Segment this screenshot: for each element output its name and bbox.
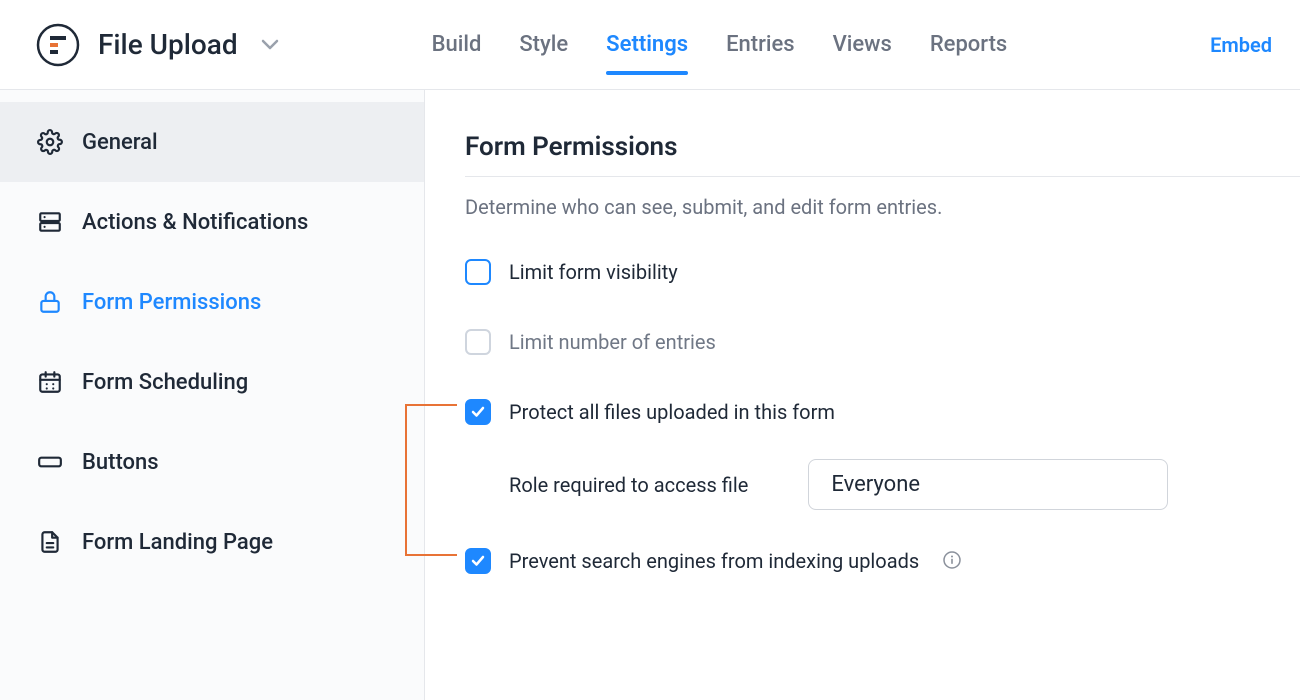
button-icon xyxy=(36,448,64,476)
sidebar-item-scheduling[interactable]: Form Scheduling xyxy=(0,342,424,422)
option-label: Limit number of entries xyxy=(509,330,716,354)
option-label: Protect all files uploaded in this form xyxy=(509,400,835,424)
form-switcher-chevron-icon[interactable] xyxy=(256,31,284,59)
option-protect-files: Protect all files uploaded in this form xyxy=(465,399,1300,425)
option-label: Prevent search engines from indexing upl… xyxy=(509,549,919,573)
sidebar-item-general[interactable]: General xyxy=(0,102,424,182)
role-subrow: Role required to access file Everyone xyxy=(509,459,1300,510)
tab-settings[interactable]: Settings xyxy=(606,26,688,63)
tab-reports[interactable]: Reports xyxy=(930,26,1007,63)
header-tabs: Build Style Settings Entries Views Repor… xyxy=(432,0,1008,89)
checkbox-prevent-indexing[interactable] xyxy=(465,548,491,574)
checkbox-limit-visibility[interactable] xyxy=(465,259,491,285)
tab-entries[interactable]: Entries xyxy=(726,26,795,63)
settings-sidebar: General Actions & Notifications Form Per… xyxy=(0,90,425,700)
tab-views[interactable]: Views xyxy=(833,26,892,63)
main-panel: Form Permissions Determine who can see, … xyxy=(425,90,1300,700)
checkbox-protect-files[interactable] xyxy=(465,399,491,425)
sidebar-item-label: Buttons xyxy=(82,450,159,475)
sidebar-item-label: Actions & Notifications xyxy=(82,210,308,235)
option-label: Limit form visibility xyxy=(509,260,678,284)
sidebar-item-permissions[interactable]: Form Permissions xyxy=(0,262,424,342)
role-select-value: Everyone xyxy=(831,472,920,497)
tab-style[interactable]: Style xyxy=(519,26,568,63)
sidebar-item-landing-page[interactable]: Form Landing Page xyxy=(0,502,424,582)
page-icon xyxy=(36,528,64,556)
sidebar-item-buttons[interactable]: Buttons xyxy=(0,422,424,502)
panel-title: Form Permissions xyxy=(465,132,1300,162)
form-title: File Upload xyxy=(98,28,238,61)
option-prevent-indexing: Prevent search engines from indexing upl… xyxy=(465,548,1300,574)
tab-build[interactable]: Build xyxy=(432,26,482,63)
role-label: Role required to access file xyxy=(509,473,748,497)
stack-icon xyxy=(36,208,64,236)
sidebar-item-label: Form Landing Page xyxy=(82,530,273,555)
info-icon[interactable] xyxy=(943,551,963,571)
panel-description: Determine who can see, submit, and edit … xyxy=(465,195,1300,219)
lock-icon xyxy=(36,288,64,316)
checkbox-limit-entries[interactable] xyxy=(465,329,491,355)
panel-divider xyxy=(465,176,1300,177)
role-select[interactable]: Everyone xyxy=(808,459,1168,510)
option-limit-entries: Limit number of entries xyxy=(465,329,1300,355)
option-limit-visibility: Limit form visibility xyxy=(465,259,1300,285)
header: File Upload Build Style Settings Entries… xyxy=(0,0,1300,90)
sidebar-item-label: Form Scheduling xyxy=(82,370,248,395)
gear-icon xyxy=(36,128,64,156)
embed-link[interactable]: Embed xyxy=(1210,33,1272,57)
sidebar-item-actions[interactable]: Actions & Notifications xyxy=(0,182,424,262)
app-logo-icon xyxy=(36,23,80,67)
calendar-icon xyxy=(36,368,64,396)
sidebar-item-label: General xyxy=(82,130,158,155)
sidebar-item-label: Form Permissions xyxy=(82,290,261,315)
body: General Actions & Notifications Form Per… xyxy=(0,90,1300,700)
